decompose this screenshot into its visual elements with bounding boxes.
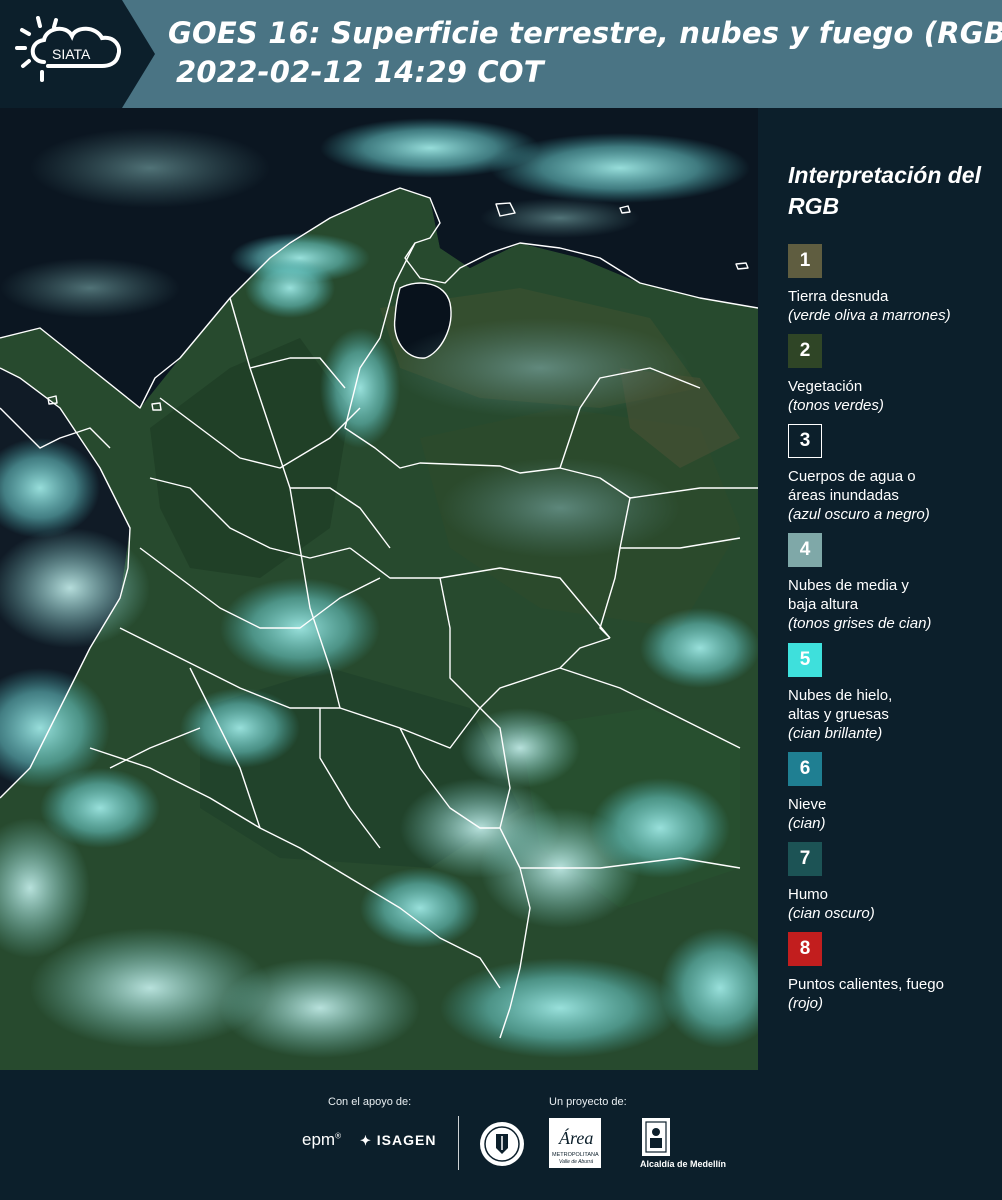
legend-label: Cuerpos de agua o áreas inundadas [788, 468, 916, 504]
legend-swatch: 8 [788, 932, 822, 966]
legend-label: Humo [788, 886, 829, 903]
satellite-image [0, 108, 758, 1070]
legend-sublabel: (cian brillante) [788, 725, 883, 742]
siata-logo-text: SIATA [52, 46, 91, 62]
legend-sublabel: (tonos verdes) [788, 397, 884, 414]
timestamp: 2022-02-12 14:29 COT [176, 55, 544, 89]
legend-sublabel: (cian oscuro) [788, 905, 875, 922]
legend-swatch: 1 [788, 244, 822, 278]
header: SIATA GOES 16: Superficie terrestre, nub… [0, 0, 1002, 108]
legend-label: Nubes de media y baja altura [788, 577, 909, 613]
area-metropolitana-logo: Área METROPOLITANA Valle de Aburrá [549, 1118, 601, 1168]
area-logo-text: Área [558, 1127, 593, 1148]
satellite-map[interactable] [0, 108, 758, 1070]
area-logo-subtext2: Valle de Aburrá [559, 1159, 593, 1165]
legend-swatch: 7 [788, 842, 822, 876]
legend-sublabel: (azul oscuro a negro) [788, 506, 930, 523]
legend-item: 8 Puntos calientes, fuego (rojo) [788, 932, 1002, 1013]
legend-sublabel: (verde oliva a marrones) [788, 307, 951, 324]
legend-label: Tierra desnuda [788, 288, 889, 305]
epm-logo-text: epm [302, 1130, 336, 1149]
legend-item: 6 Nieve (cian) [788, 752, 1002, 833]
alcaldia-logo-text: Alcaldía de Medellín [640, 1159, 727, 1169]
footer-divider [458, 1116, 459, 1170]
legend-label: Nieve [788, 796, 827, 813]
legend-item: 1 Tierra desnuda (verde oliva a marrones… [788, 244, 1002, 325]
legend-swatch: 3 [788, 424, 822, 458]
legend-sublabel: (rojo) [788, 995, 824, 1012]
legend-item: 2 Vegetación (tonos verdes) [788, 334, 1002, 415]
university-seal-icon [480, 1122, 524, 1166]
legend-sublabel: (tonos grises de cian) [788, 615, 932, 632]
isagen-icon: ✦ [360, 1133, 372, 1148]
isagen-logo-text: ISAGEN [376, 1132, 437, 1148]
support-label: Con el apoyo de: [328, 1096, 412, 1108]
legend-label: Nubes de hielo, altas y gruesas [788, 687, 893, 723]
footer: Con el apoyo de: Un proyecto de: epm® ✦ … [0, 1070, 1002, 1200]
legend-swatch: 6 [788, 752, 822, 786]
legend-label: Vegetación [788, 378, 863, 395]
epm-logo: epm® [302, 1130, 341, 1149]
area-logo-subtext: METROPOLITANA [552, 1152, 599, 1158]
page-title: GOES 16: Superficie terrestre, nubes y f… [168, 16, 1002, 50]
alcaldia-shield-icon [642, 1118, 670, 1156]
legend-item: 7 Humo (cian oscuro) [788, 842, 1002, 923]
legend-item: 4 Nubes de media y baja altura (tonos gr… [788, 533, 1002, 633]
legend-swatch: 5 [788, 643, 822, 677]
legend-panel: Interpretación del RGB 1 Tierra desnuda … [762, 108, 1002, 1070]
project-label: Un proyecto de: [549, 1096, 627, 1108]
legend-swatch: 4 [788, 533, 822, 567]
siata-logo: SIATA [15, 16, 121, 82]
legend-swatch: 2 [788, 334, 822, 368]
legend-title: Interpretación del RGB [788, 162, 981, 219]
legend-item: 5 Nubes de hielo, altas y gruesas (cian … [788, 643, 1002, 743]
legend-sublabel: (cian) [788, 815, 826, 832]
legend-item: 3 Cuerpos de agua o áreas inundadas (azu… [788, 424, 1002, 524]
isagen-logo: ✦ ISAGEN [360, 1132, 436, 1149]
legend-label: Puntos calientes, fuego [788, 976, 944, 993]
